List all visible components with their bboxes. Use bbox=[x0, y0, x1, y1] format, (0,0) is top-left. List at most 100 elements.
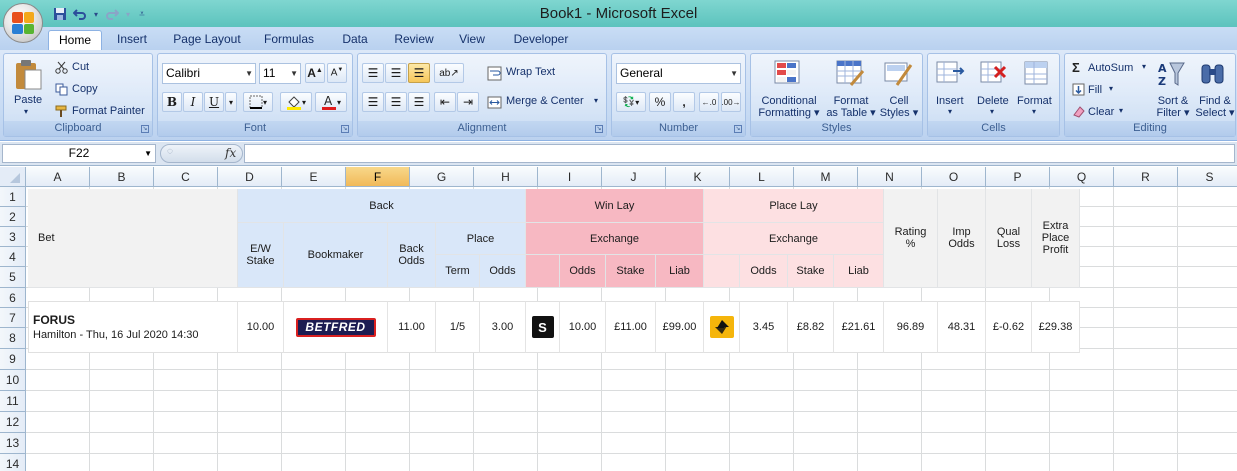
qual-loss-value[interactable]: £-0.62 bbox=[986, 301, 1032, 353]
align-middle-button[interactable]: ☰ bbox=[385, 63, 407, 83]
header-place-lay-odds[interactable]: Odds bbox=[740, 255, 788, 288]
column-header-d[interactable]: D bbox=[218, 167, 282, 187]
header-win-stake[interactable]: Stake bbox=[606, 255, 656, 288]
header-place-lay-stake[interactable]: Stake bbox=[788, 255, 834, 288]
increase-indent-button[interactable]: ⇥ bbox=[457, 92, 479, 112]
header-win-lay[interactable]: Win Lay bbox=[526, 189, 704, 223]
office-button[interactable] bbox=[3, 3, 43, 43]
column-header-h[interactable]: H bbox=[474, 167, 538, 187]
column-header-m[interactable]: M bbox=[794, 167, 858, 187]
comma-style-button[interactable]: , bbox=[673, 92, 695, 112]
win-exchange-cell[interactable]: S bbox=[526, 301, 560, 353]
grow-font-button[interactable]: A▲ bbox=[305, 63, 325, 83]
column-header-l[interactable]: L bbox=[730, 167, 794, 187]
tab-data[interactable]: Data bbox=[336, 30, 374, 50]
undo-dropdown-icon[interactable]: ▾ bbox=[92, 6, 100, 22]
align-right-button[interactable]: ☰ bbox=[408, 92, 430, 112]
decrease-indent-button[interactable]: ⇤ bbox=[434, 92, 456, 112]
tab-view[interactable]: View bbox=[452, 30, 492, 50]
insert-dropdown-icon[interactable]: ▾ bbox=[948, 107, 952, 116]
place-lay-liab-value[interactable]: £21.61 bbox=[834, 301, 884, 353]
conditional-formatting-button[interactable]: Conditional Formatting ▾ bbox=[757, 95, 821, 119]
header-extra-place-profit[interactable]: Extra Place Profit bbox=[1032, 189, 1080, 288]
row-header-13[interactable]: 13 bbox=[0, 433, 26, 454]
delete-dropdown-icon[interactable]: ▾ bbox=[990, 107, 994, 116]
header-bookmaker[interactable]: Bookmaker bbox=[284, 223, 388, 288]
redo-dropdown-icon[interactable]: ▾ bbox=[124, 6, 132, 22]
column-header-g[interactable]: G bbox=[410, 167, 474, 187]
header-win-exchange[interactable]: Exchange bbox=[526, 223, 704, 255]
header-win-liab[interactable]: Liab bbox=[656, 255, 704, 288]
row-header-12[interactable]: 12 bbox=[0, 412, 26, 433]
column-header-o[interactable]: O bbox=[922, 167, 986, 187]
tab-home[interactable]: Home bbox=[48, 30, 102, 50]
ew-stake-value[interactable]: 10.00 bbox=[238, 301, 284, 353]
center-button[interactable]: ☰ bbox=[385, 92, 407, 112]
row-header-2[interactable]: 2 bbox=[0, 207, 26, 227]
row-header-5[interactable]: 5 bbox=[0, 267, 26, 288]
fill-dropdown-icon[interactable]: ▾ bbox=[1109, 84, 1113, 93]
increase-decimal-button[interactable]: ←.0 bbox=[699, 92, 719, 112]
row-header-8[interactable]: 8 bbox=[0, 328, 26, 349]
cut-button[interactable]: Cut bbox=[72, 61, 89, 73]
sort-filter-button[interactable]: Sort & Filter ▾ bbox=[1153, 95, 1193, 119]
row-header-3[interactable]: 3 bbox=[0, 227, 26, 247]
header-back-odds[interactable]: Back Odds bbox=[388, 223, 436, 288]
autosum-dropdown-icon[interactable]: ▾ bbox=[1142, 62, 1146, 71]
row-header-4[interactable]: 4 bbox=[0, 247, 26, 267]
tab-insert[interactable]: Insert bbox=[110, 30, 154, 50]
row-header-14[interactable]: 14 bbox=[0, 454, 26, 471]
header-win-odds[interactable]: Odds bbox=[560, 255, 606, 288]
header-bet[interactable]: Bet bbox=[28, 189, 238, 288]
fill-button[interactable]: Fill bbox=[1088, 84, 1102, 96]
win-odds-value[interactable]: 10.00 bbox=[560, 301, 606, 353]
font-name-select[interactable]: Calibri ▼ bbox=[162, 63, 256, 84]
insert-cells-button[interactable]: Insert bbox=[936, 95, 964, 107]
header-ew-stake[interactable]: E/W Stake bbox=[238, 223, 284, 288]
column-header-a[interactable]: A bbox=[26, 167, 90, 187]
header-place-lay-liab[interactable]: Liab bbox=[834, 255, 884, 288]
orientation-button[interactable]: ab↗ bbox=[434, 63, 464, 83]
column-header-j[interactable]: J bbox=[602, 167, 666, 187]
cell-styles-button[interactable]: Cell Styles ▾ bbox=[877, 95, 921, 119]
place-odds-value[interactable]: 3.00 bbox=[480, 301, 526, 353]
align-bottom-button[interactable]: ☰ bbox=[408, 63, 430, 83]
format-dropdown-icon[interactable]: ▾ bbox=[1032, 107, 1036, 116]
column-header-b[interactable]: B bbox=[90, 167, 154, 187]
paste-dropdown-icon[interactable]: ▾ bbox=[24, 107, 28, 116]
italic-button[interactable]: I bbox=[183, 92, 203, 112]
column-header-n[interactable]: N bbox=[858, 167, 922, 187]
font-size-select[interactable]: 11 ▼ bbox=[259, 63, 301, 84]
term-value[interactable]: 1/5 bbox=[436, 301, 480, 353]
align-top-button[interactable]: ☰ bbox=[362, 63, 384, 83]
header-rating[interactable]: Rating% bbox=[884, 189, 938, 288]
number-format-select[interactable]: General ▼ bbox=[616, 63, 741, 84]
customize-qat-icon[interactable]: ⩡ bbox=[136, 6, 148, 22]
header-qual-loss[interactable]: Qual Loss bbox=[986, 189, 1032, 288]
place-exchange-cell[interactable] bbox=[704, 301, 740, 353]
autosum-button[interactable]: AutoSum bbox=[1088, 62, 1133, 74]
shrink-font-button[interactable]: A▼ bbox=[327, 63, 347, 83]
paste-icon[interactable] bbox=[12, 58, 44, 92]
bookmaker-cell[interactable]: BETFRED bbox=[284, 301, 388, 353]
underline-dropdown-icon[interactable]: ▾ bbox=[225, 92, 237, 112]
select-all-button[interactable] bbox=[0, 167, 26, 187]
decrease-decimal-button[interactable]: .00→ bbox=[721, 92, 741, 112]
font-launcher-icon[interactable]: ↘ bbox=[341, 125, 349, 133]
tab-review[interactable]: Review bbox=[388, 30, 440, 50]
place-lay-stake-value[interactable]: £8.82 bbox=[788, 301, 834, 353]
column-header-i[interactable]: I bbox=[538, 167, 602, 187]
header-place-odds[interactable]: Odds bbox=[480, 255, 526, 288]
merge-center-button[interactable]: Merge & Center bbox=[506, 95, 584, 107]
tab-developer[interactable]: Developer bbox=[508, 30, 574, 50]
undo-icon[interactable] bbox=[72, 6, 88, 22]
column-header-k[interactable]: K bbox=[666, 167, 730, 187]
column-header-c[interactable]: C bbox=[154, 167, 218, 187]
paste-button[interactable]: Paste bbox=[14, 94, 42, 106]
row-header-7[interactable]: 7 bbox=[0, 308, 26, 328]
row-header-11[interactable]: 11 bbox=[0, 391, 26, 412]
win-liab-value[interactable]: £99.00 bbox=[656, 301, 704, 353]
format-cells-button[interactable]: Format bbox=[1017, 95, 1052, 107]
alignment-launcher-icon[interactable]: ↘ bbox=[595, 125, 603, 133]
header-place-exchange[interactable]: Exchange bbox=[704, 223, 884, 255]
